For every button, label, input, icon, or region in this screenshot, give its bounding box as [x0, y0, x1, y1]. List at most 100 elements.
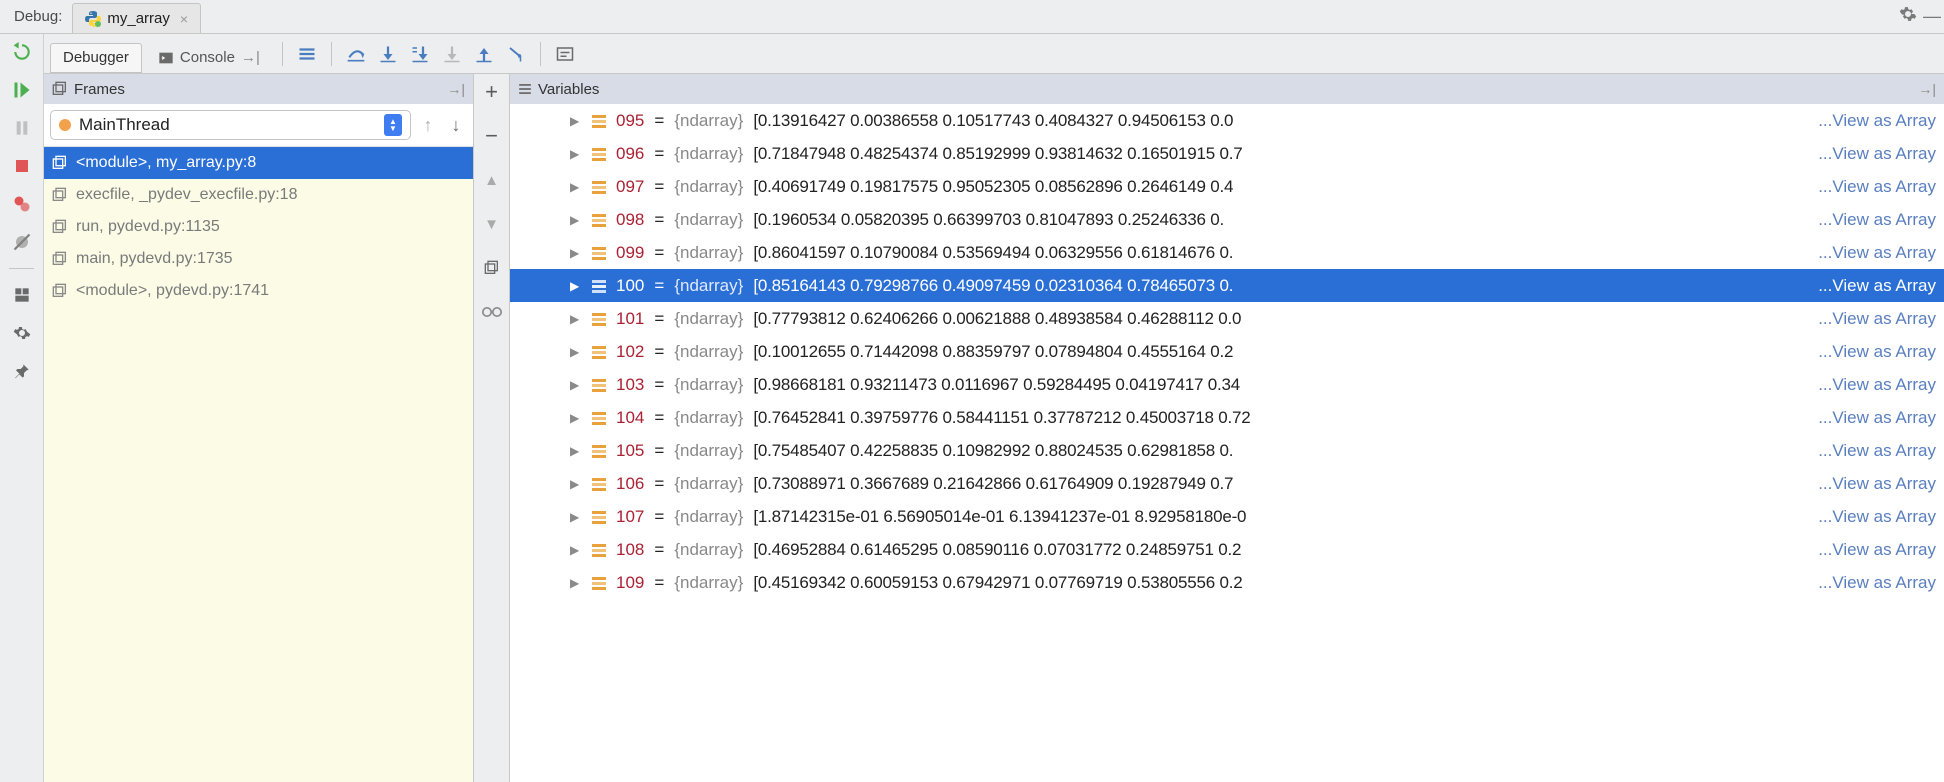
step-over-icon[interactable] — [342, 40, 370, 68]
run-to-cursor-icon[interactable] — [502, 40, 530, 68]
variable-row[interactable]: ▶099 = {ndarray} [0.86041597 0.10790084 … — [510, 236, 1944, 269]
view-as-array-link[interactable]: ...View as Array — [1818, 243, 1944, 263]
variable-value: [0.98668181 0.93211473 0.0116967 0.59284… — [753, 375, 1808, 395]
variable-row[interactable]: ▶109 = {ndarray} [0.45169342 0.60059153 … — [510, 566, 1944, 599]
close-icon[interactable]: × — [176, 11, 188, 27]
variables-panel: Variables →| ▶095 = {ndarray} [0.1391642… — [510, 74, 1944, 782]
stop-icon[interactable] — [10, 154, 34, 178]
mute-breakpoints-icon[interactable] — [10, 230, 34, 254]
expand-icon[interactable]: ▶ — [570, 114, 582, 128]
rerun-icon[interactable] — [10, 40, 34, 64]
variable-value: [0.77793812 0.62406266 0.00621888 0.4893… — [753, 309, 1808, 329]
view-as-array-link[interactable]: ...View as Array — [1818, 309, 1944, 329]
view-as-array-link[interactable]: ...View as Array — [1818, 375, 1944, 395]
expand-icon[interactable]: ▶ — [570, 279, 582, 293]
variable-row[interactable]: ▶095 = {ndarray} [0.13916427 0.00386558 … — [510, 104, 1944, 137]
debug-titlebar: Debug: my_array × — — [0, 0, 1944, 34]
next-frame-icon[interactable]: ↓ — [445, 115, 467, 136]
expand-icon[interactable]: ▶ — [570, 213, 582, 227]
down-caret-icon[interactable]: ▼ — [480, 212, 504, 236]
variable-row[interactable]: ▶104 = {ndarray} [0.76452841 0.39759776 … — [510, 401, 1944, 434]
expand-icon[interactable]: ▶ — [570, 147, 582, 161]
expand-icon[interactable]: ▶ — [570, 576, 582, 590]
array-icon — [592, 114, 606, 128]
variable-row[interactable]: ▶102 = {ndarray} [0.10012655 0.71442098 … — [510, 335, 1944, 368]
view-as-array-link[interactable]: ...View as Array — [1818, 210, 1944, 230]
minimize-icon[interactable]: — — [1920, 6, 1944, 27]
view-breakpoints-icon[interactable] — [10, 192, 34, 216]
step-into-my-code-icon[interactable] — [406, 40, 434, 68]
show-watches-icon[interactable] — [480, 300, 504, 324]
frames-header: Frames →| — [44, 74, 473, 104]
variable-row[interactable]: ▶105 = {ndarray} [0.75485407 0.42258835 … — [510, 434, 1944, 467]
frame-item[interactable]: execfile, _pydev_execfile.py:18 — [44, 179, 473, 211]
view-as-array-link[interactable]: ...View as Array — [1818, 573, 1944, 593]
pin-icon[interactable] — [10, 359, 34, 383]
variable-value: [0.1960534 0.05820395 0.66399703 0.81047… — [753, 210, 1808, 230]
thread-selector[interactable]: MainThread ▲▼ — [50, 110, 411, 140]
variable-value: [0.86041597 0.10790084 0.53569494 0.0632… — [753, 243, 1808, 263]
variable-row[interactable]: ▶107 = {ndarray} [1.87142315e-01 6.56905… — [510, 500, 1944, 533]
frame-item[interactable]: <module>, pydevd.py:1741 — [44, 275, 473, 307]
evaluate-expression-icon[interactable] — [551, 40, 579, 68]
debugger-toolbar: Debugger Console →| — [44, 34, 1944, 74]
variable-row[interactable]: ▶096 = {ndarray} [0.71847948 0.48254374 … — [510, 137, 1944, 170]
tab-console[interactable]: Console →| — [146, 43, 272, 73]
view-as-array-link[interactable]: ...View as Array — [1818, 540, 1944, 560]
view-as-array-link[interactable]: ...View as Array — [1818, 342, 1944, 362]
restore-layout-icon[interactable]: →| — [1918, 81, 1936, 97]
run-config-tab[interactable]: my_array × — [72, 3, 201, 33]
settings-icon[interactable] — [10, 321, 34, 345]
show-execution-point-icon[interactable] — [293, 40, 321, 68]
array-icon — [592, 279, 606, 293]
variable-row[interactable]: ▶108 = {ndarray} [0.46952884 0.61465295 … — [510, 533, 1944, 566]
dropdown-icon[interactable]: ▲▼ — [384, 114, 402, 136]
variable-index: 095 — [616, 111, 644, 131]
variable-value: [0.75485407 0.42258835 0.10982992 0.8802… — [753, 441, 1808, 461]
array-icon — [592, 444, 606, 458]
variable-row[interactable]: ▶098 = {ndarray} [0.1960534 0.05820395 0… — [510, 203, 1944, 236]
view-as-array-link[interactable]: ...View as Array — [1818, 276, 1944, 296]
view-as-array-link[interactable]: ...View as Array — [1818, 441, 1944, 461]
expand-icon[interactable]: ▶ — [570, 312, 582, 326]
duplicate-watch-icon[interactable] — [480, 256, 504, 280]
variable-row[interactable]: ▶103 = {ndarray} [0.98668181 0.93211473 … — [510, 368, 1944, 401]
variable-row[interactable]: ▶101 = {ndarray} [0.77793812 0.62406266 … — [510, 302, 1944, 335]
view-as-array-link[interactable]: ...View as Array — [1818, 177, 1944, 197]
remove-watch-icon[interactable]: − — [480, 124, 504, 148]
expand-icon[interactable]: ▶ — [570, 378, 582, 392]
gear-icon[interactable] — [1896, 5, 1920, 28]
step-into-icon[interactable] — [374, 40, 402, 68]
expand-icon[interactable]: ▶ — [570, 444, 582, 458]
resume-icon[interactable] — [10, 78, 34, 102]
tab-debugger[interactable]: Debugger — [50, 43, 142, 73]
variable-type: {ndarray} — [674, 507, 743, 527]
variable-row[interactable]: ▶097 = {ndarray} [0.40691749 0.19817575 … — [510, 170, 1944, 203]
step-out-icon[interactable] — [470, 40, 498, 68]
layout-icon[interactable] — [10, 283, 34, 307]
frame-item[interactable]: <module>, my_array.py:8 — [44, 147, 473, 179]
frame-label: run, pydevd.py:1135 — [76, 218, 220, 236]
expand-icon[interactable]: ▶ — [570, 543, 582, 557]
expand-icon[interactable]: ▶ — [570, 345, 582, 359]
variable-index: 108 — [616, 540, 644, 560]
up-caret-icon[interactable]: ▲ — [480, 168, 504, 192]
array-icon — [592, 411, 606, 425]
expand-icon[interactable]: ▶ — [570, 510, 582, 524]
expand-icon[interactable]: ▶ — [570, 246, 582, 260]
expand-icon[interactable]: ▶ — [570, 411, 582, 425]
expand-icon[interactable]: ▶ — [570, 180, 582, 194]
expand-icon[interactable]: ▶ — [570, 477, 582, 491]
view-as-array-link[interactable]: ...View as Array — [1818, 111, 1944, 131]
frame-item[interactable]: run, pydevd.py:1135 — [44, 211, 473, 243]
variable-index: 103 — [616, 375, 644, 395]
add-watch-icon[interactable]: + — [480, 80, 504, 104]
view-as-array-link[interactable]: ...View as Array — [1818, 507, 1944, 527]
view-as-array-link[interactable]: ...View as Array — [1818, 408, 1944, 428]
restore-layout-icon[interactable]: →| — [447, 81, 465, 97]
variable-row[interactable]: ▶106 = {ndarray} [0.73088971 0.3667689 0… — [510, 467, 1944, 500]
view-as-array-link[interactable]: ...View as Array — [1818, 144, 1944, 164]
view-as-array-link[interactable]: ...View as Array — [1818, 474, 1944, 494]
frame-item[interactable]: main, pydevd.py:1735 — [44, 243, 473, 275]
variable-row[interactable]: ▶100 = {ndarray} [0.85164143 0.79298766 … — [510, 269, 1944, 302]
